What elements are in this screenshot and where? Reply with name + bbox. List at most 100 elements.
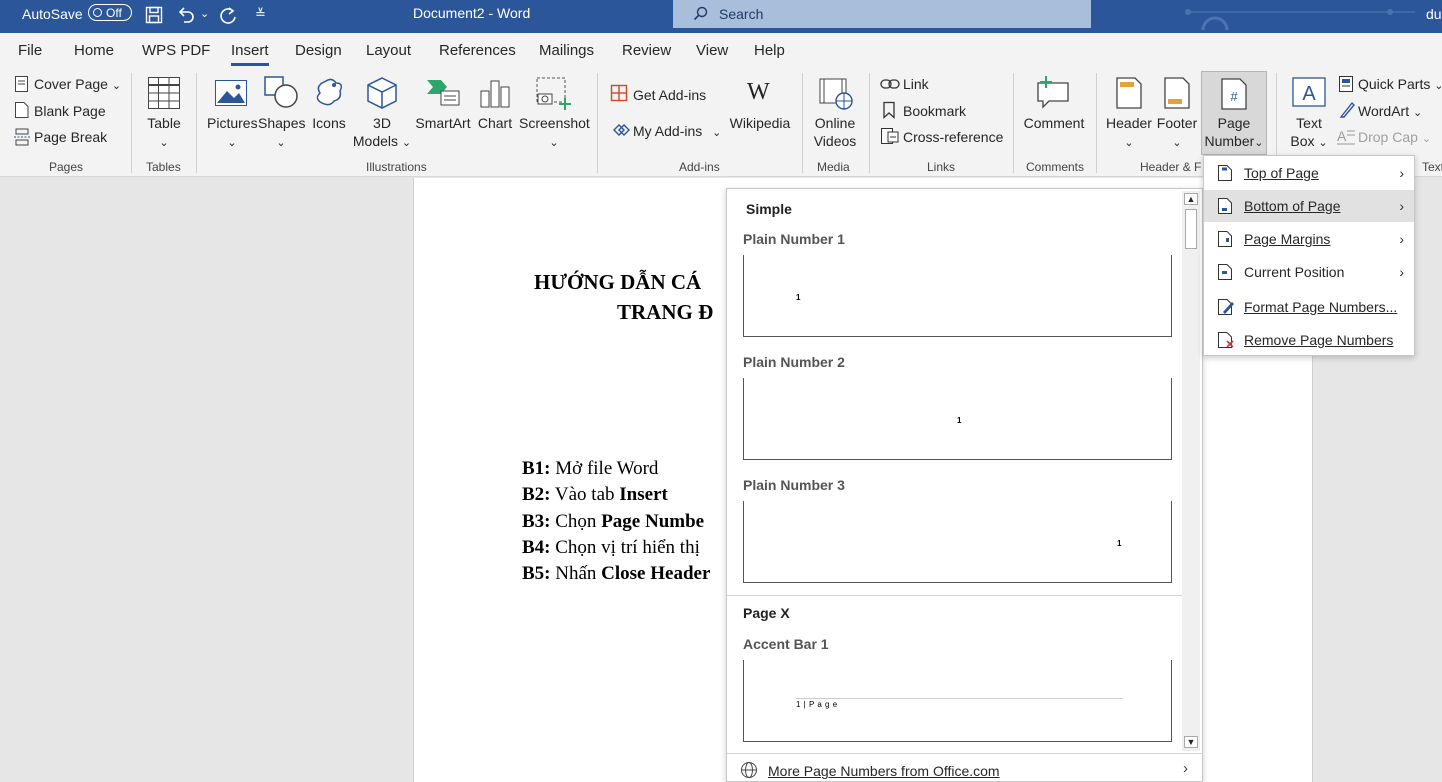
table-button[interactable]: Table ⌄ [146,114,182,152]
page-number-menu: Top of Page › Bottom of Page › Page Marg… [1203,155,1415,356]
autosave-toggle[interactable]: Off [88,4,132,21]
more-page-numbers-link[interactable]: More Page Numbers from Office.com › [727,755,1202,781]
text-box-button[interactable]: Text Box ⌄ [1285,114,1333,152]
footer-label: Footer [1156,115,1198,131]
undo-dropdown-icon[interactable]: ⌄ [200,7,209,20]
footer-button[interactable]: Footer ⌄ [1155,114,1199,152]
header-button[interactable]: Header ⌄ [1104,114,1154,152]
group-separator [196,73,197,173]
page-break-button[interactable]: Page Break [34,129,107,145]
tab-references[interactable]: References [439,42,516,59]
gallery-scrollbar[interactable]: ▲ ▼ [1182,191,1200,751]
online-videos-label-line2: Videos [813,133,857,149]
tab-layout[interactable]: Layout [366,42,411,59]
my-addins-label: My Add-ins [633,123,703,139]
doc-step-1: B1: Mở file Word [522,458,658,480]
customize-qat-icon[interactable]: ≚ [255,6,266,22]
bookmark-button[interactable]: Bookmark [903,103,966,119]
scroll-up-icon[interactable]: ▲ [1184,193,1198,205]
chevron-down-icon: ⌄ [1318,137,1328,149]
online-videos-button[interactable]: Online Videos [808,114,862,150]
page-number-preview: 1 | P a g e [796,700,838,709]
step-label: B4: [522,537,551,558]
group-label-header-footer: Header & F [1140,160,1202,174]
page-number-icon: # [1221,78,1247,110]
tab-review[interactable]: Review [622,42,671,59]
online-videos-icon [819,78,853,110]
group-label-media: Media [817,160,850,174]
menu-item-label: Current Position [1244,264,1345,280]
tab-insert[interactable]: Insert [231,42,269,66]
screenshot-button[interactable]: Screenshot ⌄ [519,114,590,152]
link-icon [880,79,900,89]
gallery-item-plain-number-1[interactable]: 1 [743,255,1172,337]
gallery-item-plain-number-2[interactable]: 1 [743,378,1172,460]
shapes-button[interactable]: Shapes ⌄ [258,114,305,152]
blank-page-button[interactable]: Blank Page [34,103,106,119]
link-button[interactable]: Link [903,76,929,92]
format-page-numbers-icon [1218,299,1234,315]
3d-models-button[interactable]: 3D Models ⌄ [352,114,412,152]
menu-item-label: Format Page Numbers... [1244,299,1398,315]
scrollbar-thumb[interactable] [1185,209,1197,249]
menu-item-bottom-of-page[interactable]: Bottom of Page › [1204,190,1414,222]
wordart-icon [1339,101,1355,118]
scroll-down-icon[interactable]: ▼ [1184,736,1198,748]
gallery-item-label: Plain Number 3 [743,477,845,493]
table-label: Table [147,115,181,131]
chevron-down-icon: ⌄ [1434,80,1442,92]
autosave-state: Off [106,5,122,20]
drop-cap-button[interactable]: Drop Cap ⌄ [1358,129,1431,145]
menu-item-remove-page-numbers[interactable]: Remove Page Numbers [1204,324,1414,356]
cover-page-button[interactable]: Cover Page ⌄ [34,76,121,92]
chevron-down-icon: ⌄ [1421,133,1432,145]
chevron-down-icon: ⌄ [549,137,559,149]
cross-reference-button[interactable]: Cross-reference [903,129,1003,145]
smartart-button[interactable]: SmartArt [413,114,473,132]
gallery-divider [727,753,1202,754]
pictures-button[interactable]: Pictures ⌄ [207,114,258,152]
step-text: Mở file Word [550,458,659,479]
group-separator [869,73,870,173]
tab-home[interactable]: Home [74,42,114,59]
search-box[interactable]: Search [673,0,1091,28]
get-addins-button[interactable]: Get Add-ins [633,87,706,103]
redo-icon[interactable] [219,5,239,25]
page-number-button[interactable]: # Page Number⌄ [1201,71,1267,155]
menu-item-current-position[interactable]: Current Position › [1204,256,1414,288]
save-icon[interactable] [145,6,163,24]
tab-mailings[interactable]: Mailings [539,42,594,59]
gallery-item-plain-number-3[interactable]: 1 [743,501,1172,583]
chart-button[interactable]: Chart [475,114,515,132]
menu-item-top-of-page[interactable]: Top of Page › [1204,157,1414,189]
blank-page-icon [15,102,29,118]
group-separator [597,73,598,173]
page-number-label-line2: Number [1204,133,1255,149]
tab-help[interactable]: Help [754,42,785,59]
gallery-item-accent-bar-1[interactable]: 1 | P a g e [743,660,1172,742]
gallery-item-label: Plain Number 2 [743,354,845,370]
wikipedia-button[interactable]: Wikipedia [727,114,793,132]
comment-button[interactable]: Comment [1019,114,1089,132]
tab-view[interactable]: View [696,42,728,59]
group-label-links: Links [927,160,956,174]
tab-wps-pdf[interactable]: WPS PDF [142,42,210,59]
menu-item-page-margins[interactable]: Page Margins › [1204,223,1414,255]
wordart-button[interactable]: WordArt ⌄ [1358,103,1422,119]
cover-page-icon [15,76,28,92]
tab-design[interactable]: Design [295,42,342,59]
icons-button[interactable]: Icons [309,114,349,132]
chevron-down-icon: ⌄ [111,80,122,92]
gallery-divider [727,595,1182,596]
document-title: Document2 - Word [413,5,531,21]
menu-item-label: Top of Page [1244,165,1319,181]
search-placeholder: Search [719,6,764,22]
quick-parts-button[interactable]: Quick Parts ⌄ [1358,76,1442,92]
chevron-down-icon: ⌄ [1172,137,1182,149]
tab-file[interactable]: File [18,42,42,59]
group-separator [131,73,132,173]
user-name[interactable]: du [1426,6,1442,22]
my-addins-button[interactable]: My Add-ins ⌄ [633,123,721,139]
undo-icon[interactable] [176,5,196,25]
menu-item-format-page-numbers[interactable]: Format Page Numbers... [1204,291,1414,323]
